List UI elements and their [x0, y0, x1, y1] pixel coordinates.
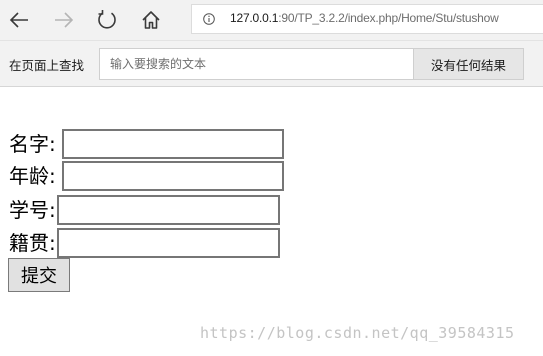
name-input[interactable]: [61, 129, 284, 159]
info-icon[interactable]: [203, 13, 215, 25]
watermark: https://blog.csdn.net/qq_39584315: [200, 324, 515, 342]
hometown-input[interactable]: [56, 228, 280, 258]
url-path: :90/TP_3.2.2/index.php/Home/Stu/stushow: [278, 11, 499, 25]
submit-button[interactable]: 提交: [8, 258, 70, 292]
find-label: 在页面上查找: [9, 58, 85, 73]
student-id-input[interactable]: [56, 195, 280, 225]
url-text: 127.0.0.1:90/TP_3.2.2/index.php/Home/Stu…: [230, 11, 499, 25]
home-button[interactable]: [137, 6, 165, 34]
home-icon: [142, 11, 160, 29]
name-row: 名字:: [9, 128, 284, 160]
name-label: 名字:: [9, 132, 56, 156]
age-input[interactable]: [61, 161, 284, 191]
address-bar[interactable]: 127.0.0.1:90/TP_3.2.2/index.php/Home/Stu…: [191, 4, 543, 34]
refresh-icon: [98, 10, 116, 29]
student-id-label: 学号:: [9, 198, 56, 222]
age-label: 年龄:: [9, 164, 56, 188]
student-id-row: 学号:: [9, 194, 280, 226]
refresh-button[interactable]: [93, 6, 121, 34]
find-bar: 在页面上查找 没有任何结果: [0, 41, 543, 87]
find-input[interactable]: [99, 48, 414, 80]
forward-button[interactable]: [50, 6, 78, 34]
back-arrow-icon: [9, 12, 28, 28]
find-result-status: 没有任何结果: [413, 48, 524, 80]
hometown-label: 籍贯:: [9, 231, 56, 255]
forward-arrow-icon: [55, 12, 74, 28]
back-button[interactable]: [5, 6, 33, 34]
hometown-row: 籍贯:: [9, 227, 280, 259]
age-row: 年龄:: [9, 160, 284, 192]
url-host: 127.0.0.1: [230, 11, 279, 25]
browser-toolbar: 127.0.0.1:90/TP_3.2.2/index.php/Home/Stu…: [0, 0, 543, 41]
